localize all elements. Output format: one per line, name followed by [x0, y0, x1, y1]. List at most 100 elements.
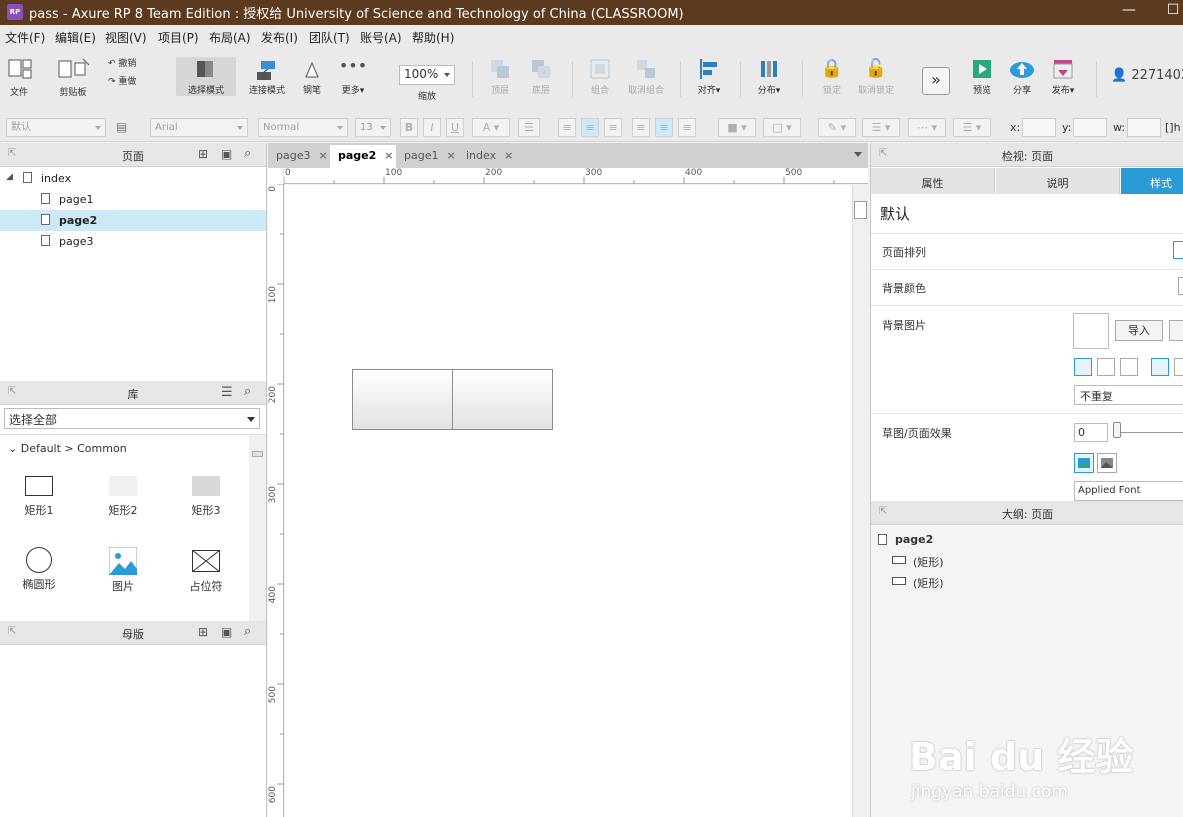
close-icon[interactable]: ×	[318, 149, 327, 162]
add-folder-icon[interactable]: ▣	[221, 625, 232, 639]
style-select[interactable]: 默认	[6, 118, 106, 137]
close-icon[interactable]: ×	[504, 149, 513, 162]
search-icon[interactable]: ⌕	[244, 624, 251, 639]
widget-rectangle3[interactable]: 矩形3	[176, 473, 236, 518]
close-icon[interactable]: ×	[384, 149, 393, 162]
format-painter-icon[interactable]: ▤	[116, 120, 127, 134]
widget-image[interactable]: 图片	[93, 545, 153, 594]
line-color-button[interactable]: ✎ ▾	[818, 118, 856, 137]
distribute-button[interactable]: 分布▾	[754, 57, 784, 96]
add-folder-icon[interactable]: ▣	[221, 147, 232, 161]
arrow-style-button[interactable]: ☰ ▾	[953, 118, 991, 137]
library-select[interactable]: 选择全部	[4, 408, 260, 429]
page-tree-item-page1[interactable]: page1	[0, 189, 266, 210]
font-select[interactable]: Arial	[150, 118, 248, 137]
menu-publish[interactable]: 发布(I)	[261, 29, 298, 46]
tab-properties[interactable]: 属性	[871, 168, 995, 194]
align-center-button[interactable]: ≡	[581, 118, 599, 137]
repeat-select[interactable]: 不重复	[1074, 385, 1183, 405]
menu-team[interactable]: 团队(T)	[309, 29, 350, 46]
page-tree-item-index[interactable]: ◢ index	[0, 168, 266, 189]
valign-middle-button[interactable]: ≡	[655, 118, 673, 137]
menu-edit[interactable]: 编辑(E)	[55, 29, 96, 46]
menu-help[interactable]: 帮助(H)	[412, 29, 454, 46]
widget-placeholder[interactable]: 占位符	[176, 545, 236, 594]
outline-root[interactable]: page2	[871, 530, 1183, 550]
chevron-down-icon[interactable]	[854, 152, 862, 157]
arrange-left-button[interactable]	[1173, 241, 1183, 259]
align-top-center-button[interactable]	[1097, 358, 1115, 376]
canvas-scrollbar[interactable]	[852, 185, 868, 817]
italic-button[interactable]: I	[423, 118, 441, 137]
align-middle-center-button[interactable]	[1174, 358, 1183, 376]
canvas-rectangle[interactable]	[452, 369, 553, 430]
menu-view[interactable]: 视图(V)	[105, 29, 147, 46]
font-size-select[interactable]: 13	[355, 118, 391, 137]
user-account[interactable]: 👤 2271402	[1111, 68, 1183, 83]
file-button[interactable]: 文件	[5, 57, 33, 98]
menu-icon[interactable]: ☰	[221, 385, 233, 400]
underline-button[interactable]: U	[446, 118, 464, 137]
maximize-icon[interactable]: ☐	[1163, 2, 1183, 18]
tab-page1[interactable]: page1 ×	[396, 145, 458, 168]
outline-item[interactable]: (矩形)	[871, 551, 1183, 571]
align-right-button[interactable]: ≡	[604, 118, 622, 137]
import-button[interactable]: 导入	[1115, 320, 1163, 341]
bottom-button[interactable]: 底层	[527, 57, 555, 96]
align-left-button[interactable]: ≡	[558, 118, 576, 137]
page-tree-item-page3[interactable]: page3	[0, 231, 266, 252]
align-top-right-button[interactable]	[1120, 358, 1138, 376]
align-top-left-button[interactable]	[1074, 358, 1092, 376]
clipboard-button[interactable]: 剪贴板	[55, 57, 91, 98]
group-button[interactable]: 组合	[586, 57, 614, 96]
valign-bottom-button[interactable]: ≡	[678, 118, 696, 137]
sketch-slider-handle[interactable]	[1113, 422, 1121, 438]
outline-item[interactable]: (矩形)	[871, 572, 1183, 592]
tab-notes[interactable]: 说明	[996, 168, 1120, 194]
tab-style[interactable]: 样式	[1121, 168, 1183, 194]
connect-mode-button[interactable]: 连接模式	[245, 57, 289, 96]
bullet-button[interactable]: ☰	[518, 118, 540, 137]
minimize-icon[interactable]: —	[1119, 2, 1139, 18]
preview-button[interactable]: 预览	[968, 57, 996, 96]
canvas-rectangle[interactable]	[352, 369, 453, 430]
more-button[interactable]: ••• 更多▾	[336, 57, 370, 97]
fill-color-button[interactable]: ■ ▾	[718, 118, 756, 137]
color-mode-button[interactable]	[1074, 453, 1094, 473]
w-input[interactable]	[1127, 118, 1161, 137]
top-button[interactable]: 顶层	[486, 57, 514, 96]
align-middle-left-button[interactable]	[1151, 358, 1169, 376]
add-master-icon[interactable]: ⊞	[198, 625, 208, 639]
tab-page2[interactable]: page2 ×	[330, 145, 396, 168]
share-button[interactable]: 分享	[1008, 57, 1036, 96]
ungroup-button[interactable]: 取消组合	[624, 57, 668, 96]
menu-layout[interactable]: 布局(A)	[209, 29, 251, 46]
menu-file[interactable]: 文件(F)	[5, 29, 45, 46]
pen-button[interactable]: 钢笔	[298, 57, 326, 96]
font-color-button[interactable]: A ▾	[472, 118, 510, 137]
widget-rectangle1[interactable]: 矩形1	[9, 473, 69, 518]
bold-button[interactable]: B	[400, 118, 418, 137]
y-input[interactable]	[1073, 118, 1107, 137]
menu-project[interactable]: 项目(P)	[158, 29, 199, 46]
tab-index[interactable]: index ×	[458, 145, 518, 168]
shadow-button[interactable]: □ ▾	[763, 118, 801, 137]
align-button[interactable]: 对齐▾	[694, 57, 724, 96]
bg-color-swatch[interactable]	[1178, 277, 1183, 295]
undo-button[interactable]: ↶ 撤销	[108, 56, 148, 69]
tab-page3[interactable]: page3 ×	[268, 145, 330, 168]
select-mode-button[interactable]: 选择模式	[176, 57, 236, 96]
publish-button[interactable]: 发布▾	[1046, 57, 1080, 96]
sketch-value-input[interactable]: 0	[1074, 423, 1108, 442]
unlock-button[interactable]: 🔓 取消锁定	[854, 57, 898, 96]
bg-image-preview[interactable]	[1073, 313, 1109, 349]
close-icon[interactable]: ×	[446, 149, 455, 162]
library-scrollbar[interactable]	[249, 435, 266, 621]
zoom-select[interactable]: 100%	[399, 65, 455, 85]
applied-font-select[interactable]: Applied Font	[1074, 481, 1183, 501]
design-canvas[interactable]	[285, 185, 852, 817]
add-page-icon[interactable]: ⊞	[198, 147, 208, 161]
line-width-button[interactable]: ☰ ▾	[862, 118, 900, 137]
redo-button[interactable]: ↷ 重做	[108, 74, 148, 87]
line-style-button[interactable]: ⋯ ▾	[908, 118, 946, 137]
